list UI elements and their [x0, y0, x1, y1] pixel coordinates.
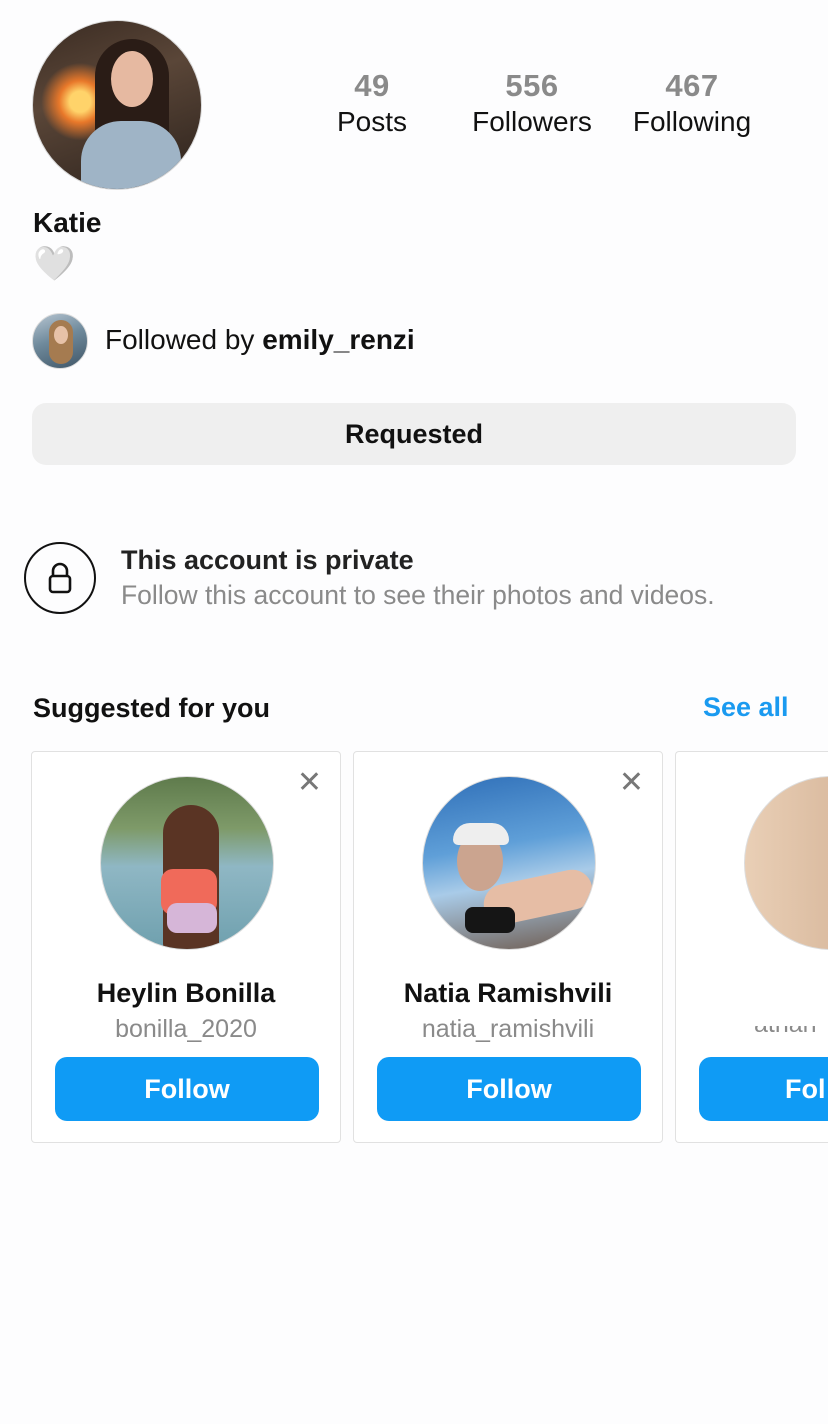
private-subtitle: Follow this account to see their photos …	[121, 580, 715, 610]
close-icon[interactable]: ✕	[619, 768, 644, 798]
close-icon[interactable]: ✕	[297, 768, 322, 798]
stat-posts[interactable]: 49 Posts	[302, 68, 442, 138]
following-label: Following	[632, 106, 752, 137]
suggestion-card[interactable]: ✕ Heylin Bonilla bonilla_2020 Follow	[31, 751, 341, 1143]
see-all-link[interactable]: See all	[703, 692, 789, 723]
lock-icon	[48, 562, 72, 594]
followers-count: 556	[505, 68, 559, 103]
suggestion-avatar[interactable]	[100, 776, 274, 950]
private-lock-badge	[24, 542, 96, 614]
posts-label: Posts	[336, 106, 408, 137]
bio-heart-icon: 🤍	[33, 245, 76, 283]
stat-following[interactable]: 467 Following	[622, 68, 762, 138]
stat-followers[interactable]: 556 Followers	[462, 68, 602, 138]
follow-button[interactable]: Follow	[377, 1057, 641, 1121]
requested-button[interactable]: Requested	[32, 403, 796, 465]
following-count: 467	[665, 68, 719, 103]
followers-label: Followers	[472, 106, 592, 137]
posts-count: 49	[354, 68, 390, 103]
suggested-title: Suggested for you	[33, 693, 271, 723]
follow-button[interactable]: Follow	[55, 1057, 319, 1121]
suggestion-name: Heylin Bonilla	[96, 978, 276, 1008]
followed-by-username: emily_renzi	[262, 324, 415, 355]
follow-button[interactable]: Fol	[699, 1057, 828, 1121]
profile-avatar[interactable]	[32, 20, 202, 190]
suggestion-card[interactable]: atharr Fol	[675, 751, 828, 1143]
suggestion-avatar[interactable]	[744, 776, 828, 950]
suggestion-card[interactable]: ✕ Natia Ramishvili natia_ramishvili Foll…	[353, 751, 663, 1143]
suggestion-username: atharr	[754, 1010, 820, 1038]
suggestion-username: bonilla_2020	[115, 1015, 257, 1043]
suggestion-avatar[interactable]	[422, 776, 596, 950]
followed-by-avatar[interactable]	[32, 313, 88, 369]
suggestion-name: Natia Ramishvili	[403, 978, 613, 1008]
profile-name: Katie	[33, 207, 102, 238]
private-title: This account is private	[121, 545, 414, 575]
followed-by-text[interactable]: Followed by emily_renzi	[105, 324, 415, 356]
followed-by-prefix: Followed by	[105, 324, 263, 355]
suggestion-username: natia_ramishvili	[421, 1015, 595, 1043]
